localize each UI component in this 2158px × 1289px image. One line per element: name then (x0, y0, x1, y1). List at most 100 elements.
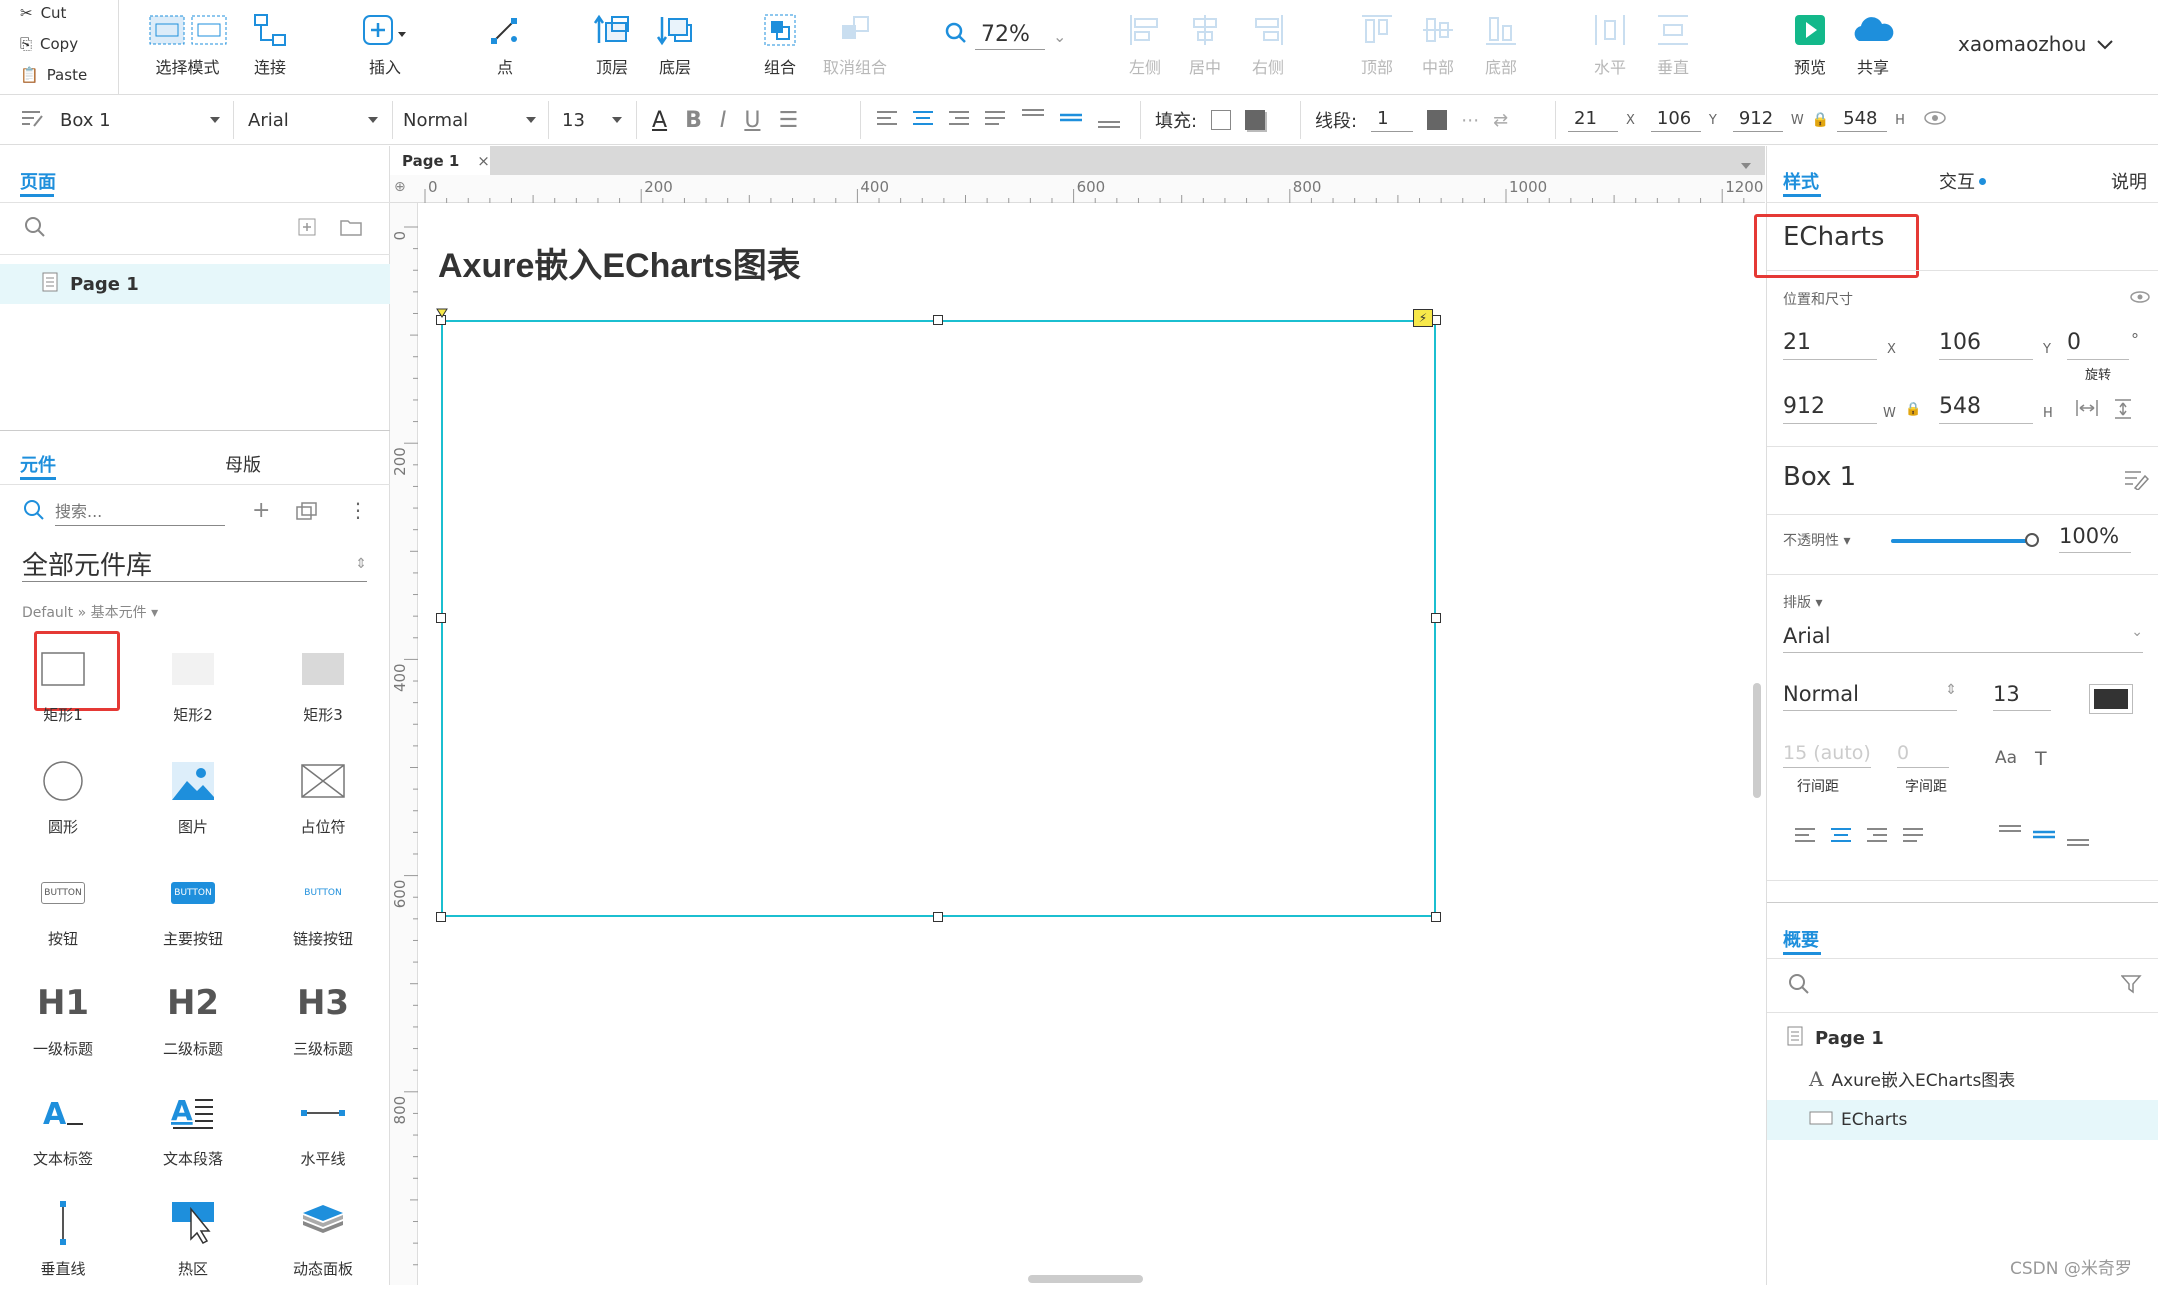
typography-label[interactable]: 排版 ▾ (1783, 592, 1822, 612)
valign-top-icon[interactable] (1997, 822, 2023, 852)
interaction-lightning-icon[interactable]: ⚡ (1413, 309, 1433, 327)
filter-icon[interactable] (2120, 974, 2143, 998)
y-field[interactable]: 106 (1939, 330, 2033, 360)
letter-spacing-field[interactable]: 0 (1897, 742, 1949, 768)
library-select[interactable]: 全部元件库 ⇕ (22, 546, 367, 582)
align-right-button[interactable]: 右侧 (1243, 10, 1293, 78)
page-list-item[interactable]: Page 1 (0, 264, 390, 304)
tab-pages[interactable]: 页面 (20, 168, 56, 194)
widget-button[interactable]: BUTTON 按钮 (8, 858, 118, 949)
share-button[interactable]: 共享 (1845, 10, 1901, 78)
bold-icon[interactable]: B (685, 108, 702, 133)
widget-text-label[interactable]: A 文本标签 (8, 1078, 118, 1169)
close-icon[interactable]: × (477, 152, 490, 170)
bullet-list-icon[interactable]: ☰ (778, 108, 798, 133)
align-right-text-icon[interactable] (1865, 826, 1889, 848)
line-style-icon[interactable]: ⋯ (1461, 110, 1479, 131)
echarts-box[interactable] (441, 320, 1436, 917)
valign-top-icon[interactable] (1020, 106, 1046, 135)
cut-button[interactable]: ✂ Cut (20, 4, 66, 22)
align-center-button[interactable]: 居中 (1180, 10, 1230, 78)
tab-outline[interactable]: 概要 (1783, 926, 1819, 952)
resize-handle-sw[interactable] (436, 912, 446, 922)
vertical-scrollbar[interactable] (1753, 683, 1761, 798)
font-weight-select[interactable]: Normal ⇕ (1783, 682, 1957, 711)
line-height-field[interactable]: 15 (auto) (1783, 742, 1871, 768)
text-shadow-icon[interactable]: T (2035, 748, 2047, 770)
widget-link-button[interactable]: BUTTON 链接按钮 (268, 858, 378, 949)
tab-page-1[interactable]: Page 1 × (390, 146, 490, 175)
align-top-button[interactable]: 顶部 (1352, 10, 1402, 78)
canvas-heading[interactable]: Axure嵌入ECharts图表 (438, 238, 801, 287)
more-vertical-icon[interactable]: ⋮ (348, 498, 368, 522)
ungroup-button[interactable]: 取消组合 (815, 10, 895, 78)
font-weight-select[interactable]: Normal (403, 95, 536, 145)
height-field[interactable]: 548 (1939, 394, 2033, 424)
opacity-slider-track[interactable] (1891, 539, 2031, 543)
eye-icon[interactable] (1923, 110, 1947, 131)
widget-horizontal-line[interactable]: 水平线 (268, 1078, 378, 1169)
widget-placeholder[interactable]: 占位符 (268, 746, 378, 837)
design-canvas[interactable]: Axure嵌入ECharts图表 ⚡ (418, 203, 1765, 1285)
justify-text-icon[interactable] (1901, 826, 1925, 848)
lock-icon[interactable]: 🔒 (1812, 112, 1829, 128)
align-center-text-icon[interactable] (911, 109, 935, 132)
rotation-field[interactable]: 0 (2067, 330, 2129, 360)
justify-text-icon[interactable] (983, 109, 1007, 132)
widget-rectangle-3[interactable]: 矩形3 (268, 634, 378, 725)
outline-item-echarts[interactable]: ECharts (1767, 1100, 2158, 1140)
widget-image[interactable]: 图片 (138, 746, 248, 837)
widget-heading-3[interactable]: H3 三级标题 (268, 968, 378, 1059)
align-left-text-icon[interactable] (1793, 826, 1817, 848)
paste-button[interactable]: 📋 Paste (20, 66, 87, 84)
zoom-control[interactable]: 72% ⌄ (945, 22, 1066, 50)
x-field[interactable]: 21 (1783, 330, 1877, 360)
lock-icon[interactable]: 🔒 (1905, 402, 1921, 417)
distribute-vertical-button[interactable]: 垂直 (1648, 10, 1698, 78)
align-right-text-icon[interactable] (947, 109, 971, 132)
outline-page-item[interactable]: Page 1 (1787, 1026, 1884, 1051)
widget-rectangle-2[interactable]: 矩形2 (138, 634, 248, 725)
opacity-slider-thumb[interactable] (2025, 533, 2039, 547)
ruler-origin-icon[interactable]: ⊕ (394, 179, 406, 195)
connect-button[interactable]: 连接 (240, 10, 300, 78)
tab-notes[interactable]: 说明 (2111, 168, 2147, 194)
add-library-icon[interactable]: + (252, 498, 270, 523)
edit-style-icon[interactable] (2123, 468, 2150, 494)
widget-name-field[interactable]: ECharts (1783, 222, 1884, 252)
tab-style[interactable]: 样式 (1783, 168, 1819, 194)
line-color-swatch[interactable] (1427, 110, 1448, 130)
opacity-field[interactable]: 100% (2059, 524, 2131, 553)
tab-interaction[interactable]: 交互 (1939, 168, 1986, 194)
font-family-select[interactable]: Arial (248, 95, 378, 145)
widget-hotspot[interactable]: 热区 (138, 1188, 248, 1279)
shadow-icon[interactable] (1245, 110, 1266, 130)
add-page-icon[interactable] (298, 218, 316, 240)
widget-vertical-line[interactable]: 垂直线 (8, 1188, 118, 1279)
text-case-icon[interactable]: Aa (1995, 748, 2017, 768)
italic-icon[interactable]: I (720, 108, 727, 133)
align-bottom-button[interactable]: 底部 (1476, 10, 1526, 78)
insert-button[interactable]: 插入 (350, 10, 420, 78)
font-size-field[interactable]: 13 (1993, 682, 2051, 711)
width-field[interactable]: 912 (1783, 394, 1877, 424)
library-options-icon[interactable] (296, 502, 318, 524)
widget-name-select[interactable]: Box 1 (20, 95, 220, 145)
resize-handle-e[interactable] (1431, 613, 1441, 623)
bottom-layer-button[interactable]: 底层 (645, 10, 705, 78)
resize-handle-se[interactable] (1431, 912, 1441, 922)
add-folder-icon[interactable] (340, 218, 362, 240)
group-button[interactable]: 组合 (755, 10, 805, 78)
fill-color-swatch[interactable] (1211, 110, 1232, 130)
user-menu[interactable]: xaomaozhou (1958, 32, 2114, 56)
valign-bottom-icon[interactable] (2065, 822, 2091, 852)
font-color-swatch[interactable] (2089, 684, 2133, 714)
top-layer-button[interactable]: 顶层 (582, 10, 642, 78)
widget-heading-1[interactable]: H1 一级标题 (8, 968, 118, 1059)
fit-height-icon[interactable] (2113, 398, 2133, 424)
copy-button[interactable]: ⎘ Copy (20, 35, 78, 53)
valign-middle-icon[interactable] (1058, 106, 1084, 135)
widget-circle[interactable]: 圆形 (8, 746, 118, 837)
resize-handle-n[interactable] (933, 315, 943, 325)
chevron-down-icon[interactable] (1741, 154, 1751, 173)
